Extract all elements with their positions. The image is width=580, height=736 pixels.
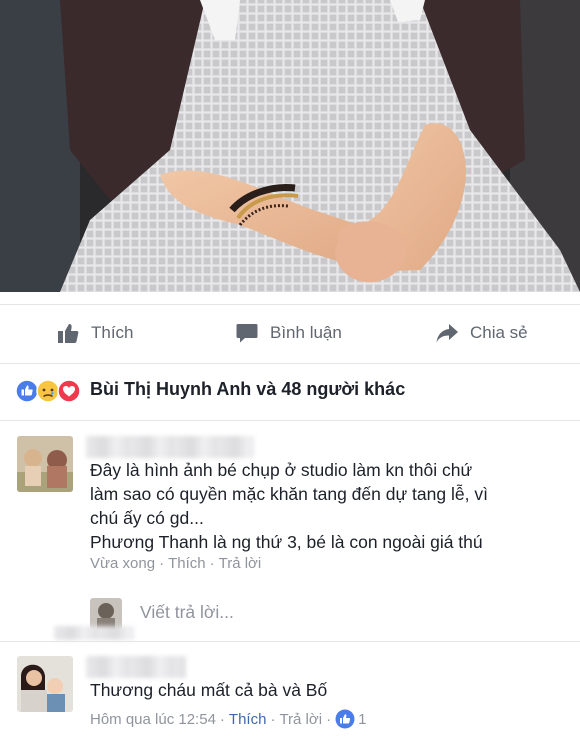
thumbs-up-icon [58, 324, 79, 343]
comment-time: Vừa xong [90, 555, 156, 572]
comment-time: Hôm qua lúc 12:54 [90, 710, 216, 728]
comment-like-link[interactable]: Thích [229, 711, 267, 728]
love-reaction-icon [57, 379, 81, 403]
comment-like-link[interactable]: Thích [168, 555, 206, 572]
comment-meta: Vừa xong · Thích · Trả lời [90, 555, 261, 572]
meta-dot: · [326, 710, 332, 728]
like-button[interactable]: Thích [57, 322, 134, 344]
reply-avatar-redacted [54, 626, 134, 640]
reactions-summary-text[interactable]: Bùi Thị Huynh Anh và 48 người khác [90, 379, 405, 400]
speech-bubble-icon [236, 324, 258, 343]
comment-text: Đây là hình ảnh bé chụp ở studio làm kn … [90, 460, 488, 552]
comment-button[interactable]: Bình luận [236, 322, 342, 344]
comment-text: Thương cháu mất cả bà và Bố [90, 680, 328, 700]
meta-dot: · [219, 710, 225, 728]
divider [0, 641, 580, 642]
post-photo[interactable] [0, 0, 580, 292]
reply-input[interactable]: Viết trả lời... [140, 602, 234, 623]
comment-like-count[interactable]: 1 [358, 711, 366, 728]
commenter-name-redacted [86, 436, 254, 458]
comment-meta: Hôm qua lúc 12:54 · Thích · Trả lời · 1 [90, 709, 366, 729]
share-label: Chia sẻ [470, 323, 528, 342]
like-label: Thích [91, 323, 134, 342]
post-action-bar: Thích Bình luận Chia sẻ [0, 304, 580, 364]
reply-box[interactable]: Viết trả lời... [54, 596, 580, 640]
like-reaction-icon [15, 379, 39, 403]
reaction-icons [15, 379, 81, 403]
reactions-summary[interactable]: Bùi Thị Huynh Anh và 48 người khác [0, 362, 580, 421]
share-arrow-icon [436, 324, 458, 343]
comment-reply-link[interactable]: Trả lời [219, 555, 262, 572]
comment-label: Bình luận [270, 323, 342, 342]
avatar[interactable] [17, 436, 73, 492]
sad-reaction-icon [36, 379, 60, 403]
avatar[interactable] [17, 656, 73, 712]
like-reaction-icon[interactable] [335, 709, 355, 729]
meta-dot: · [159, 555, 165, 572]
comment-reply-link[interactable]: Trả lời [279, 711, 322, 728]
meta-dot: · [209, 555, 215, 572]
meta-dot: · [270, 710, 276, 728]
share-button[interactable]: Chia sẻ [436, 322, 528, 344]
commenter-name-redacted [86, 656, 186, 678]
